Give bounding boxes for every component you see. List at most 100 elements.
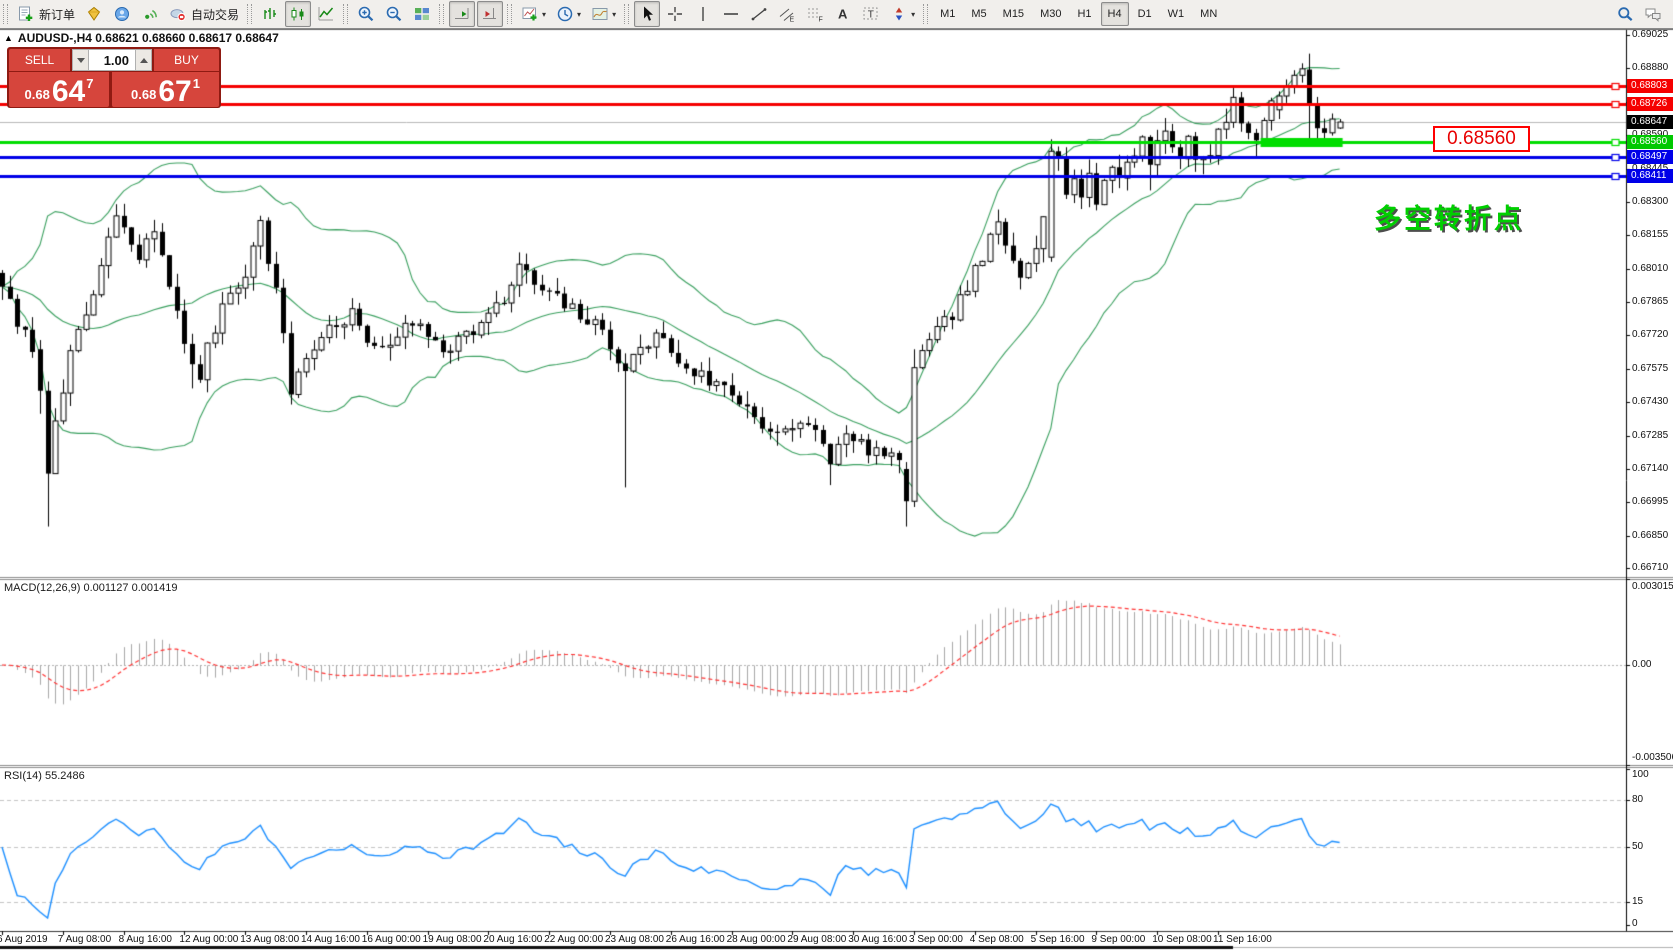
date-axis-label: 5 Sep 16:00	[1031, 934, 1085, 945]
volume-down-button[interactable]	[73, 50, 89, 70]
date-axis-label: 26 Aug 16:00	[666, 934, 725, 945]
channel-icon: E	[778, 5, 796, 23]
trendline-button[interactable]	[746, 1, 772, 27]
bar-chart-icon	[261, 5, 279, 23]
candlestick-chart-button[interactable]	[285, 1, 311, 27]
buy-price-display[interactable]: 0.68 67 1	[112, 72, 219, 107]
rsi-axis-label: 80	[1632, 794, 1643, 805]
cursor-button[interactable]	[634, 1, 660, 27]
sell-button[interactable]: SELL	[9, 49, 70, 71]
indicators-button[interactable]: ▾	[517, 1, 550, 27]
crosshair-icon	[666, 5, 684, 23]
signals-button[interactable]	[137, 1, 163, 27]
timeframe-mn-button[interactable]: MN	[1193, 2, 1224, 26]
rsi-indicator-label: RSI(14) 55.2486	[4, 770, 85, 782]
timeframe-w1-button[interactable]: W1	[1161, 2, 1192, 26]
timeframe-m5-button[interactable]: M5	[964, 2, 993, 26]
price-axis-tick-label: 0.66995	[1632, 496, 1673, 507]
timeframe-h4-button[interactable]: H4	[1101, 2, 1129, 26]
horizontal-line-button[interactable]	[718, 1, 744, 27]
autotrading-button[interactable]: 自动交易	[165, 1, 243, 27]
volume-up-button[interactable]	[135, 50, 151, 70]
auto-scroll-button[interactable]	[449, 1, 475, 27]
zoom-out-icon	[385, 5, 403, 23]
equidistant-channel-button[interactable]: E	[774, 1, 800, 27]
macd-axis-label: 0.00	[1632, 659, 1651, 670]
new-order-button[interactable]: 新订单	[13, 1, 79, 27]
macd-axis-label: 0.003015	[1632, 581, 1673, 592]
zoom-in-button[interactable]	[353, 1, 379, 27]
chevron-down-icon[interactable]: ▾	[612, 10, 616, 19]
date-axis-label: 8 Aug 16:00	[119, 934, 172, 945]
chart-shift-icon	[481, 5, 499, 23]
zoom-out-button[interactable]	[381, 1, 407, 27]
sell-price-display[interactable]: 0.68 64 7	[9, 72, 109, 107]
collapse-panel-icon[interactable]: ▲	[4, 33, 13, 43]
svg-text:F: F	[819, 17, 823, 24]
auto-scroll-icon	[453, 5, 471, 23]
price-axis-tick-label: 0.68155	[1632, 229, 1673, 240]
toolbar-group-grip	[343, 4, 348, 24]
timeframe-d1-button[interactable]: D1	[1131, 2, 1159, 26]
hosting-icon	[113, 5, 131, 23]
buy-button[interactable]: BUY	[154, 49, 219, 71]
vertical-line-button[interactable]	[690, 1, 716, 27]
toolbar-group-grip	[624, 4, 629, 24]
toolbar-group-grip	[3, 4, 8, 24]
new-order-button-label: 新订单	[39, 6, 75, 23]
arrow-objects-button[interactable]: ▾	[886, 1, 919, 27]
virtual-hosting-button[interactable]	[109, 1, 135, 27]
price-axis-tick-label: 0.68880	[1632, 62, 1673, 73]
toolbar-right-group	[1611, 1, 1673, 27]
templates-button[interactable]: ▾	[587, 1, 620, 27]
date-axis-label: 4 Sep 08:00	[970, 934, 1024, 945]
one-click-trading-panel: SELL 1.00 BUY 0.68 64 7 0.68 67 1	[7, 47, 221, 108]
bar-chart-button[interactable]	[257, 1, 283, 27]
metaeditor-button[interactable]	[81, 1, 107, 27]
fibonacci-button[interactable]: F	[802, 1, 828, 27]
new-order-icon	[17, 5, 35, 23]
timeframe-m1-button[interactable]: M1	[933, 2, 962, 26]
date-axis-label: 13 Aug 08:00	[240, 934, 299, 945]
metaeditor-icon	[85, 5, 103, 23]
autotrading-icon	[169, 5, 187, 23]
line-chart-button[interactable]	[313, 1, 339, 27]
chevron-down-icon[interactable]: ▾	[542, 10, 546, 19]
text-button[interactable]: A	[830, 1, 856, 27]
date-axis-label: 16 Aug 00:00	[362, 934, 421, 945]
chat-button[interactable]	[1640, 1, 1666, 27]
autotrading-button-label: 自动交易	[191, 6, 239, 23]
timeframe-m15-button[interactable]: M15	[996, 2, 1031, 26]
candles-icon	[289, 5, 307, 23]
date-axis-label: 30 Aug 16:00	[848, 934, 907, 945]
chevron-down-icon[interactable]: ▾	[577, 10, 581, 19]
chart-shift-button[interactable]	[477, 1, 503, 27]
timeframe-h1-button[interactable]: H1	[1070, 2, 1098, 26]
timeframe-m30-button[interactable]: M30	[1033, 2, 1068, 26]
templates-icon	[591, 5, 609, 23]
svg-text:E: E	[790, 17, 795, 24]
price-axis-tick-label: 0.67720	[1632, 329, 1673, 340]
price-tag-label: 0.68411	[1627, 169, 1673, 183]
tile-windows-button[interactable]	[409, 1, 435, 27]
volume-input[interactable]: 1.00	[89, 50, 135, 70]
price-tag-label: 0.68647	[1627, 115, 1673, 129]
crosshair-button[interactable]	[662, 1, 688, 27]
chevron-down-icon[interactable]: ▾	[911, 10, 915, 19]
turning-point-annotation[interactable]: 多空转折点	[1374, 197, 1524, 236]
price-axis-tick-label: 0.67865	[1632, 296, 1673, 307]
text-label-button[interactable]: T	[858, 1, 884, 27]
toolbar-group-grip	[923, 4, 928, 24]
periods-button[interactable]: ▾	[552, 1, 585, 27]
periods-icon	[556, 5, 574, 23]
rsi-axis-label: 0	[1632, 918, 1638, 929]
search-button[interactable]	[1612, 1, 1638, 27]
price-level-annotation-box[interactable]: 0.68560	[1433, 126, 1530, 152]
chart-canvas[interactable]	[0, 0, 1673, 952]
date-axis-label: 3 Sep 00:00	[909, 934, 963, 945]
triangle-down-icon	[77, 58, 85, 63]
zoom-in-icon	[357, 5, 375, 23]
chart-symbol-header: ▲ AUDUSD-,H4 0.68621 0.68660 0.68617 0.6…	[4, 31, 279, 45]
price-axis-tick-label: 0.69025	[1632, 29, 1673, 40]
date-axis-label: 7 Aug 08:00	[58, 934, 111, 945]
